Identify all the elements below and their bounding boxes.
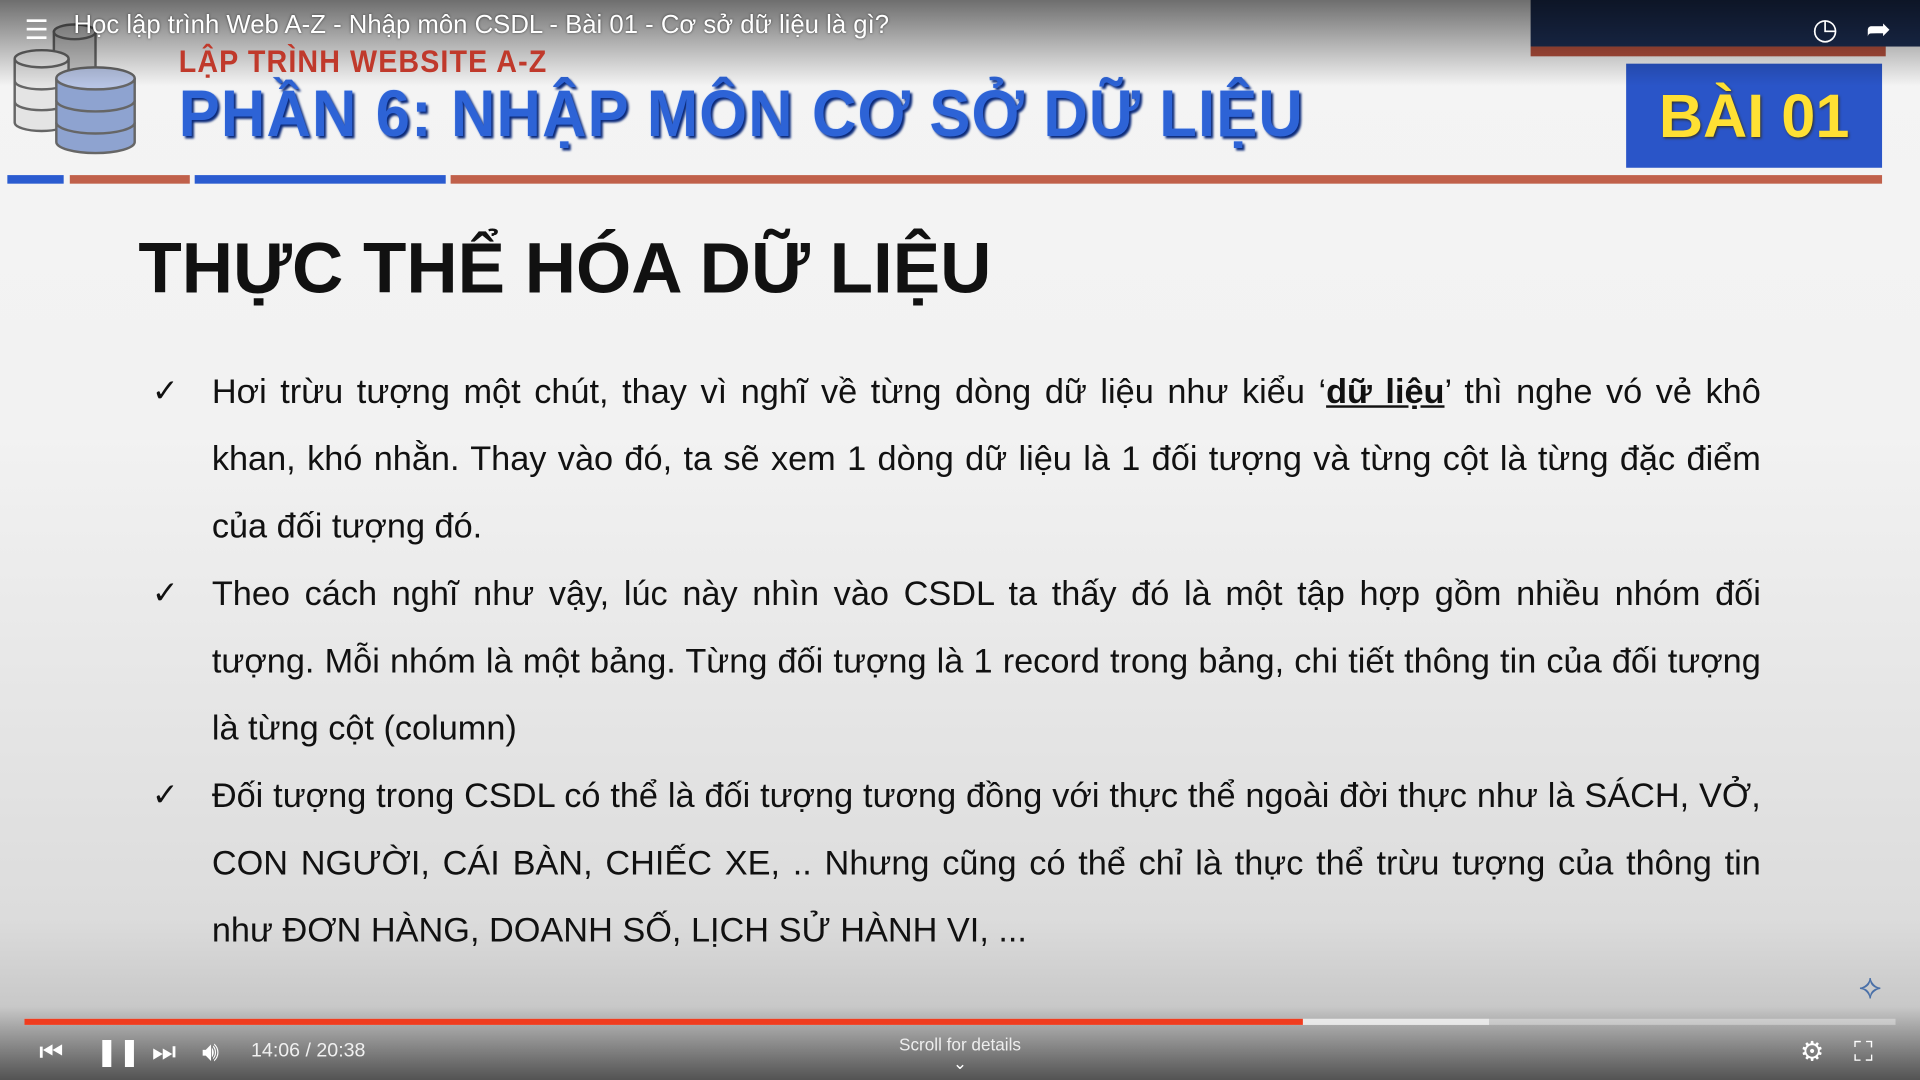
bullet-item: ✓ Theo cách nghĩ như vậy, lúc này nhìn v… (147, 560, 1761, 762)
bullet-text: Hơi trừu tượng một chút, thay vì nghĩ về… (211, 372, 1327, 411)
check-icon: ✓ (151, 372, 179, 409)
channel-logo-icon: ⟡ (1858, 967, 1882, 1006)
bullet-text: Theo cách nghĩ như vậy, lúc này nhìn vào… (211, 574, 1761, 747)
slide-heading: THỰC THỂ HÓA DỮ LIỆU (138, 228, 992, 309)
playlist-icon[interactable]: ☰ (24, 15, 48, 47)
series-title: LẬP TRÌNH WEBSITE A-Z (178, 42, 548, 80)
scroll-hint[interactable]: Scroll for details (0, 1035, 1920, 1055)
video-title[interactable]: Học lập trình Web A-Z - Nhập môn CSDL - … (73, 11, 889, 40)
bullet-item: ✓ Hơi trừu tượng một chút, thay vì nghĩ … (147, 358, 1761, 560)
divider-segment (69, 175, 190, 184)
divider-segment (450, 175, 1883, 184)
check-icon: ✓ (151, 574, 179, 612)
gear-icon[interactable]: ⚙ (1800, 1036, 1824, 1068)
check-icon: ✓ (151, 776, 179, 814)
bullet-text: Đối tượng trong CSDL có thể là đối tượng… (211, 776, 1761, 949)
divider-segment (194, 175, 446, 184)
played-bar (24, 1018, 1303, 1025)
bullet-list: ✓ Hơi trừu tượng một chút, thay vì nghĩ … (147, 358, 1761, 964)
emphasis-text: dữ liệu (1326, 372, 1445, 411)
player-top-bar: ☰ Học lập trình Web A-Z - Nhập môn CSDL … (0, 0, 1920, 47)
exit-fullscreen-icon[interactable]: ⛶ (1854, 1036, 1873, 1068)
video-player[interactable]: LẬP TRÌNH WEBSITE A-Z PHẦN 6: NHẬP MÔN C… (0, 0, 1920, 1080)
divider-segment (7, 175, 64, 184)
part-title: PHẦN 6: NHẬP MÔN CƠ SỞ DỮ LIỆU (178, 77, 1304, 151)
share-icon[interactable]: ➦ (1866, 12, 1891, 48)
progress-bar[interactable] (24, 1018, 1896, 1025)
bullet-item: ✓ Đối tượng trong CSDL có thể là đối tượ… (147, 762, 1761, 964)
clock-icon[interactable]: ◷ (1812, 12, 1838, 48)
chevron-down-icon[interactable]: ⌄ (0, 1053, 1920, 1074)
